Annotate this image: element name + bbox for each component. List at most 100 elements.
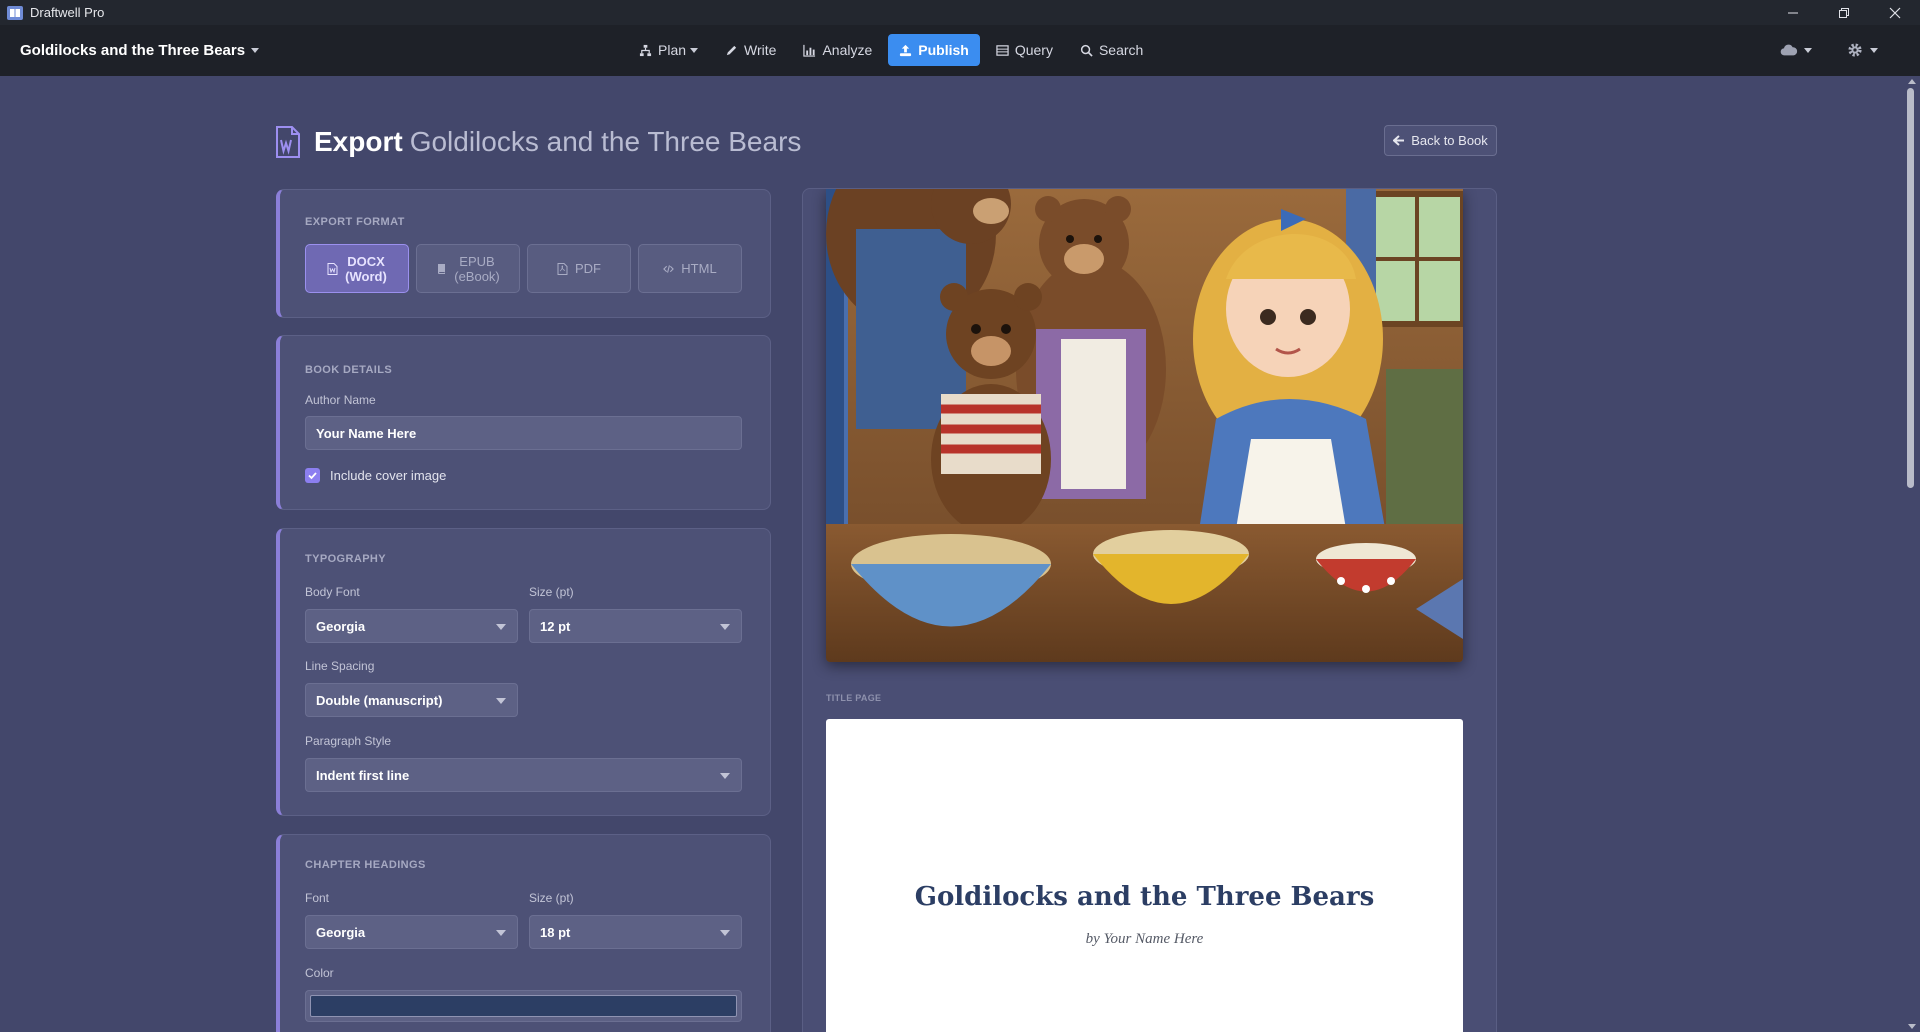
nav-search-label: Search xyxy=(1098,42,1144,58)
export-preview: TITLE PAGE Goldilocks and the Three Bear… xyxy=(802,188,1497,1032)
export-format-heading: EXPORT FORMAT xyxy=(305,216,405,228)
app-title: Draftwell Pro xyxy=(30,5,105,20)
book-icon xyxy=(438,263,446,274)
nav-analyze[interactable]: Analyze xyxy=(792,34,883,66)
heading-font-label: Font xyxy=(305,891,330,905)
format-html-button[interactable]: HTML xyxy=(638,244,742,293)
word-file-icon xyxy=(327,262,338,275)
table-icon xyxy=(996,44,1009,56)
nav-query-label: Query xyxy=(1014,42,1053,58)
preview-byline: by Your Name Here xyxy=(1085,931,1204,947)
format-epub-button[interactable]: EPUB (eBook) xyxy=(416,244,520,293)
restore-button[interactable] xyxy=(1821,0,1867,25)
include-cover-label[interactable]: Include cover image xyxy=(330,468,446,483)
format-docx-label: DOCX xyxy=(347,253,385,269)
heading-color-picker[interactable] xyxy=(305,990,742,1022)
book-selector[interactable]: Goldilocks and the Three Bears xyxy=(20,25,260,76)
format-html-label: HTML xyxy=(681,261,717,276)
heading-size-label: Size (pt) xyxy=(529,891,574,905)
title-page-preview: Goldilocks and the Three Bears by Your N… xyxy=(826,719,1463,1032)
export-format-panel: EXPORT FORMAT DOCX (Word) EPUB (eBook) PDF… xyxy=(276,189,771,318)
nav-write-label: Write xyxy=(744,42,777,58)
dropdown-arrow-icon xyxy=(496,624,506,630)
body-font-select[interactable]: Georgia xyxy=(305,609,518,643)
book-details-panel: BOOK DETAILS Author Name Your Name Here … xyxy=(276,335,771,510)
author-name-input[interactable]: Your Name Here xyxy=(305,416,742,450)
word-document-icon xyxy=(276,126,300,158)
dropdown-arrow-icon xyxy=(496,698,506,704)
code-icon xyxy=(663,264,675,273)
search-icon xyxy=(1080,44,1093,57)
heading-size-value: 18 pt xyxy=(540,924,571,940)
dropdown-arrow-icon xyxy=(720,773,730,779)
cloud-sync-menu[interactable] xyxy=(1780,34,1812,66)
body-size-value: 12 pt xyxy=(540,618,571,634)
body-size-select[interactable]: 12 pt xyxy=(529,609,742,643)
arrow-left-icon xyxy=(1393,135,1405,146)
typography-panel: TYPOGRAPHY Body Font Georgia Size (pt) 1… xyxy=(276,528,771,816)
export-book-title: Goldilocks and the Three Bears xyxy=(409,126,802,157)
upload-icon xyxy=(900,44,912,56)
back-to-book-button[interactable]: Back to Book xyxy=(1384,125,1497,156)
format-pdf-button[interactable]: PDF xyxy=(527,244,631,293)
include-cover-checkbox[interactable] xyxy=(305,468,320,483)
heading-font-select[interactable]: Georgia xyxy=(305,915,518,949)
app-navbar: Goldilocks and the Three Bears Plan Writ… xyxy=(0,25,1920,76)
main-nav: Plan Write Analyze Publish Query Search xyxy=(628,34,1159,66)
format-docx-sublabel: (Word) xyxy=(345,268,387,284)
format-docx-button[interactable]: DOCX (Word) xyxy=(305,244,409,293)
format-epub-label: EPUB xyxy=(459,253,495,269)
format-epub-sublabel: (eBook) xyxy=(454,268,500,284)
book-app-icon xyxy=(7,5,23,20)
scroll-up-icon[interactable] xyxy=(1908,79,1916,84)
minimize-button[interactable] xyxy=(1770,0,1816,25)
paragraph-style-label: Paragraph Style xyxy=(305,734,392,748)
sitemap-icon xyxy=(639,44,652,56)
line-spacing-label: Line Spacing xyxy=(305,659,375,673)
body-font-label: Body Font xyxy=(305,585,360,599)
nav-publish[interactable]: Publish xyxy=(888,34,980,66)
cover-image xyxy=(826,189,1463,662)
scroll-down-icon[interactable] xyxy=(1908,1024,1916,1029)
chapter-headings-panel: CHAPTER HEADINGS Font Georgia Size (pt) … xyxy=(276,834,771,1032)
checkmark-icon xyxy=(308,472,317,480)
chevron-down-icon xyxy=(1870,47,1878,53)
chevron-down-icon xyxy=(690,47,699,53)
heading-font-value: Georgia xyxy=(316,924,366,940)
paragraph-style-value: Indent first line xyxy=(316,767,410,783)
settings-menu[interactable] xyxy=(1846,34,1878,66)
chart-icon xyxy=(803,44,816,57)
scrollbar-thumb[interactable] xyxy=(1907,88,1914,488)
book-details-heading: BOOK DETAILS xyxy=(305,364,393,376)
nav-analyze-label: Analyze xyxy=(822,42,873,58)
heading-color-label: Color xyxy=(305,966,334,980)
body-size-label: Size (pt) xyxy=(529,585,574,599)
author-name-label: Author Name xyxy=(305,393,376,407)
nav-write[interactable]: Write xyxy=(714,34,787,66)
dropdown-arrow-icon xyxy=(720,624,730,630)
body-font-value: Georgia xyxy=(316,618,366,634)
back-to-book-label: Back to Book xyxy=(1411,133,1488,148)
close-icon xyxy=(1889,7,1901,18)
close-button[interactable] xyxy=(1872,0,1918,25)
nav-search[interactable]: Search xyxy=(1069,34,1154,66)
minimize-icon xyxy=(1788,12,1798,13)
heading-size-select[interactable]: 18 pt xyxy=(529,915,742,949)
book-title: Goldilocks and the Three Bears xyxy=(20,42,246,59)
pdf-file-icon xyxy=(557,262,568,275)
gear-icon xyxy=(1848,43,1862,57)
paragraph-style-select[interactable]: Indent first line xyxy=(305,758,742,792)
nav-plan[interactable]: Plan xyxy=(628,34,709,66)
line-spacing-select[interactable]: Double (manuscript) xyxy=(305,683,518,717)
cover-illustration xyxy=(826,189,1463,662)
heading-color-swatch xyxy=(310,995,737,1017)
cloud-icon xyxy=(1780,44,1798,56)
nav-plan-label: Plan xyxy=(658,42,687,58)
chevron-down-icon xyxy=(1804,47,1812,53)
nav-query[interactable]: Query xyxy=(985,34,1064,66)
chevron-down-icon xyxy=(251,48,260,53)
window-titlebar: Draftwell Pro xyxy=(0,0,1920,25)
typography-heading: TYPOGRAPHY xyxy=(305,553,387,565)
chapter-headings-heading: CHAPTER HEADINGS xyxy=(305,859,426,871)
dropdown-arrow-icon xyxy=(720,930,730,936)
